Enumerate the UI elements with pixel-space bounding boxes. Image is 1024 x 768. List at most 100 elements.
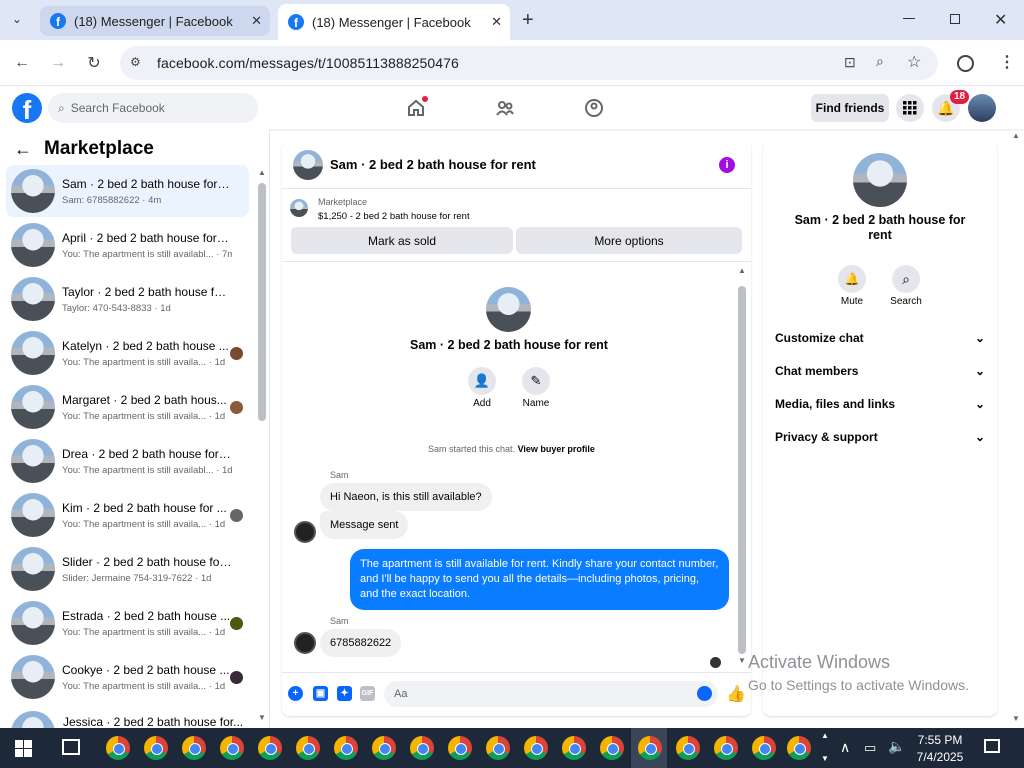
find-friends-button[interactable]: Find friends bbox=[811, 94, 889, 122]
network-icon[interactable]: ▭ bbox=[864, 740, 876, 756]
minimize-icon[interactable] bbox=[903, 18, 915, 19]
more-actions-plus-icon[interactable]: + bbox=[288, 686, 303, 701]
account-avatar[interactable] bbox=[968, 94, 996, 122]
conversation-item[interactable]: Kim · 2 bed 2 bath house for ... You: The… bbox=[6, 489, 249, 541]
message-bubble[interactable]: Message sent bbox=[320, 511, 409, 539]
gif-icon[interactable]: GIF bbox=[360, 686, 375, 701]
page-scroll-down-arrow-icon[interactable]: ▼ bbox=[1012, 714, 1020, 723]
chat-members-row[interactable]: Chat members ⌄ bbox=[775, 364, 985, 378]
customize-chat-row[interactable]: Customize chat ⌄ bbox=[775, 331, 985, 345]
message-bubble[interactable]: 6785882622 bbox=[320, 629, 402, 657]
message-input[interactable]: Aa bbox=[384, 681, 718, 707]
emoji-icon[interactable] bbox=[697, 686, 712, 701]
mute-bell-icon[interactable]: 🔔 bbox=[838, 265, 866, 293]
back-arrow-icon[interactable]: ← bbox=[14, 139, 32, 160]
conversation-item[interactable]: Slider · 2 bed 2 bath house for r... Slid… bbox=[6, 543, 249, 595]
info-icon[interactable]: i bbox=[719, 157, 735, 173]
tab-search-chevron-icon[interactable]: ⌄ bbox=[12, 12, 22, 26]
chrome-taskbar-icon[interactable] bbox=[258, 736, 282, 760]
chrome-taskbar-icon[interactable] bbox=[410, 736, 434, 760]
volume-icon[interactable]: 🔈 bbox=[888, 738, 905, 755]
view-buyer-profile-link[interactable]: View buyer profile bbox=[518, 444, 595, 454]
conversation-item[interactable]: Katelyn · 2 bed 2 bath house ... You: The… bbox=[6, 327, 249, 379]
reload-icon[interactable]: ↻ bbox=[82, 51, 106, 75]
conversation-item[interactable]: Margaret · 2 bed 2 bath hous... You: The … bbox=[6, 381, 249, 433]
install-app-icon[interactable]: ⊡ bbox=[844, 54, 856, 71]
scroll-up-arrow-icon[interactable]: ▲ bbox=[738, 266, 746, 275]
chrome-taskbar-icon[interactable] bbox=[562, 736, 586, 760]
taskbar-scroll-down-icon[interactable]: ▼ bbox=[821, 754, 829, 763]
mark-as-sold-button[interactable]: Mark as sold bbox=[291, 227, 513, 254]
chrome-taskbar-icon[interactable] bbox=[372, 736, 396, 760]
conversation-item[interactable]: Cookye · 2 bed 2 bath house ... You: The … bbox=[6, 651, 249, 703]
taskbar-clock[interactable]: 7:55 PM 7/4/2025 bbox=[910, 732, 970, 766]
chat-avatar[interactable] bbox=[293, 149, 323, 180]
conversation-item-partial[interactable]: Jessica · 2 bed 2 bath house for... bbox=[6, 705, 249, 728]
close-tab-icon[interactable]: ✕ bbox=[251, 13, 262, 29]
chrome-taskbar-icon[interactable] bbox=[787, 736, 811, 760]
conversation-item[interactable]: Taylor · 2 bed 2 bath house for ... Taylo… bbox=[6, 273, 249, 325]
groups-icon[interactable] bbox=[582, 96, 606, 120]
chrome-taskbar-icon[interactable] bbox=[220, 736, 244, 760]
chrome-taskbar-icon[interactable] bbox=[144, 736, 168, 760]
bookmark-star-icon[interactable]: ☆ bbox=[907, 52, 921, 72]
chrome-taskbar-icon[interactable] bbox=[486, 736, 510, 760]
sticker-icon[interactable]: ✦ bbox=[337, 686, 352, 701]
message-bubble[interactable]: Hi Naeon, is this still available? bbox=[320, 483, 492, 511]
profile-icon[interactable] bbox=[957, 55, 974, 72]
sidebar-scrollbar[interactable] bbox=[258, 183, 266, 421]
scroll-up-arrow-icon[interactable]: ▲ bbox=[258, 168, 266, 177]
conversation-item[interactable]: Sam · 2 bed 2 bath house for rent Sam: 67… bbox=[6, 165, 249, 217]
chrome-taskbar-icon[interactable] bbox=[106, 736, 130, 760]
browser-tab-1[interactable]: f (18) Messenger | Facebook ✕ bbox=[40, 6, 270, 36]
chrome-taskbar-icon[interactable] bbox=[524, 736, 548, 760]
search-icon[interactable]: ⌕ bbox=[892, 265, 920, 293]
friends-icon[interactable] bbox=[493, 96, 517, 120]
privacy-support-row[interactable]: Privacy & support ⌄ bbox=[775, 430, 985, 444]
site-info-icon[interactable]: ⚙ bbox=[130, 55, 141, 69]
back-arrow-icon[interactable]: ← bbox=[10, 51, 34, 75]
task-view-icon[interactable] bbox=[62, 739, 80, 755]
home-icon[interactable] bbox=[404, 96, 428, 120]
notifications-center-icon[interactable] bbox=[984, 739, 1000, 753]
conversation-item[interactable]: Estrada · 2 bed 2 bath house ... You: The… bbox=[6, 597, 249, 649]
close-window-icon[interactable]: ✕ bbox=[994, 10, 1007, 30]
close-tab-icon[interactable]: ✕ bbox=[491, 14, 502, 30]
address-bar[interactable]: ⚙ facebook.com/messages/t/10085113888250… bbox=[120, 46, 938, 80]
zoom-icon[interactable]: ⌕ bbox=[876, 53, 884, 70]
chrome-taskbar-icon[interactable] bbox=[182, 736, 206, 760]
thumbs-up-icon[interactable]: 👍 bbox=[726, 684, 746, 704]
windows-start-icon[interactable] bbox=[15, 740, 32, 757]
new-tab-plus-icon[interactable]: + bbox=[522, 9, 534, 32]
chat-title[interactable]: Sam · 2 bed 2 bath house for rent bbox=[330, 157, 536, 172]
message-bubble-outgoing[interactable]: The apartment is still available for ren… bbox=[350, 549, 729, 610]
browser-tab-2-active[interactable]: f (18) Messenger | Facebook ✕ bbox=[278, 4, 510, 40]
photo-icon[interactable]: ▣ bbox=[313, 686, 328, 701]
facebook-logo[interactable]: f bbox=[12, 93, 42, 123]
add-person-icon[interactable]: 👤 bbox=[468, 367, 496, 395]
restore-icon[interactable] bbox=[950, 14, 960, 24]
chat-scrollbar[interactable] bbox=[738, 286, 746, 654]
scroll-down-arrow-icon[interactable]: ▼ bbox=[258, 713, 266, 722]
chrome-taskbar-icon[interactable] bbox=[752, 736, 776, 760]
chrome-taskbar-icon[interactable] bbox=[600, 736, 624, 760]
scroll-down-arrow-icon[interactable]: ▼ bbox=[738, 656, 746, 665]
edit-name-pencil-icon[interactable]: ✎ bbox=[522, 367, 550, 395]
taskbar-scroll-up-icon[interactable]: ▲ bbox=[821, 731, 829, 740]
more-options-button[interactable]: More options bbox=[516, 227, 742, 254]
media-files-links-row[interactable]: Media, files and links ⌄ bbox=[775, 397, 985, 411]
chrome-taskbar-icon[interactable] bbox=[714, 736, 738, 760]
chrome-taskbar-icon-active[interactable] bbox=[638, 736, 662, 760]
conversation-item[interactable]: April · 2 bed 2 bath house for r... You: … bbox=[6, 219, 249, 271]
menu-grid-icon[interactable] bbox=[896, 94, 924, 122]
show-hidden-icons-chevron-icon[interactable]: ∧ bbox=[840, 739, 850, 756]
chrome-taskbar-icon[interactable] bbox=[448, 736, 472, 760]
listing-detail[interactable]: $1,250 - 2 bed 2 bath house for rent bbox=[318, 211, 470, 222]
chrome-taskbar-icon[interactable] bbox=[296, 736, 320, 760]
browser-menu-icon[interactable]: ⋮ bbox=[999, 52, 1015, 72]
facebook-search-input[interactable]: ⌕ Search Facebook bbox=[48, 93, 258, 123]
conversation-item[interactable]: Drea · 2 bed 2 bath house for r... You: T… bbox=[6, 435, 249, 487]
page-scroll-up-arrow-icon[interactable]: ▲ bbox=[1012, 131, 1020, 140]
chrome-taskbar-icon[interactable] bbox=[676, 736, 700, 760]
chrome-taskbar-icon[interactable] bbox=[334, 736, 358, 760]
